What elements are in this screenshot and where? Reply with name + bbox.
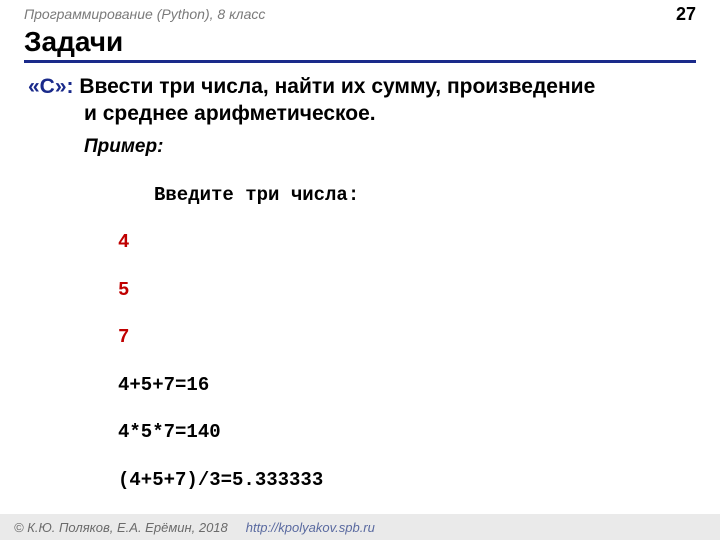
page-number: 27 xyxy=(676,4,696,25)
code-input-3: 7 xyxy=(118,326,692,350)
content-area: «C»: Ввести три числа, найти их сумму, п… xyxy=(0,63,720,540)
example-label: Пример: xyxy=(28,136,692,158)
title-block: Задачи xyxy=(0,26,720,63)
slide-title: Задачи xyxy=(24,26,696,58)
footer-copyright: К.Ю. Поляков, Е.А. Ерёмин, 2018 xyxy=(14,520,228,535)
code-output-3: (4+5+7)/3=5.333333 xyxy=(118,469,692,493)
task-marker: «C»: xyxy=(28,75,74,98)
code-input-1: 4 xyxy=(118,231,692,255)
code-block: Введите три числа: 4 5 7 4+5+7=16 4*5*7=… xyxy=(28,160,692,540)
code-input-2: 5 xyxy=(118,279,692,303)
code-output-2: 4*5*7=140 xyxy=(118,421,692,445)
task-text-1: Ввести три числа, найти их сумму, произв… xyxy=(74,75,596,98)
footer: К.Ю. Поляков, Е.А. Ерёмин, 2018 http://k… xyxy=(0,514,720,540)
header-bar: Программирование (Python), 8 класс 27 xyxy=(0,0,720,24)
task-statement-line2: и среднее арифметическое. xyxy=(28,100,692,127)
course-title: Программирование (Python), 8 класс xyxy=(24,6,265,22)
code-prompt: Введите три числа: xyxy=(118,184,692,208)
footer-url: http://kpolyakov.spb.ru xyxy=(246,520,375,535)
task-statement-line1: «C»: Ввести три числа, найти их сумму, п… xyxy=(28,73,692,100)
code-output-1: 4+5+7=16 xyxy=(118,374,692,398)
